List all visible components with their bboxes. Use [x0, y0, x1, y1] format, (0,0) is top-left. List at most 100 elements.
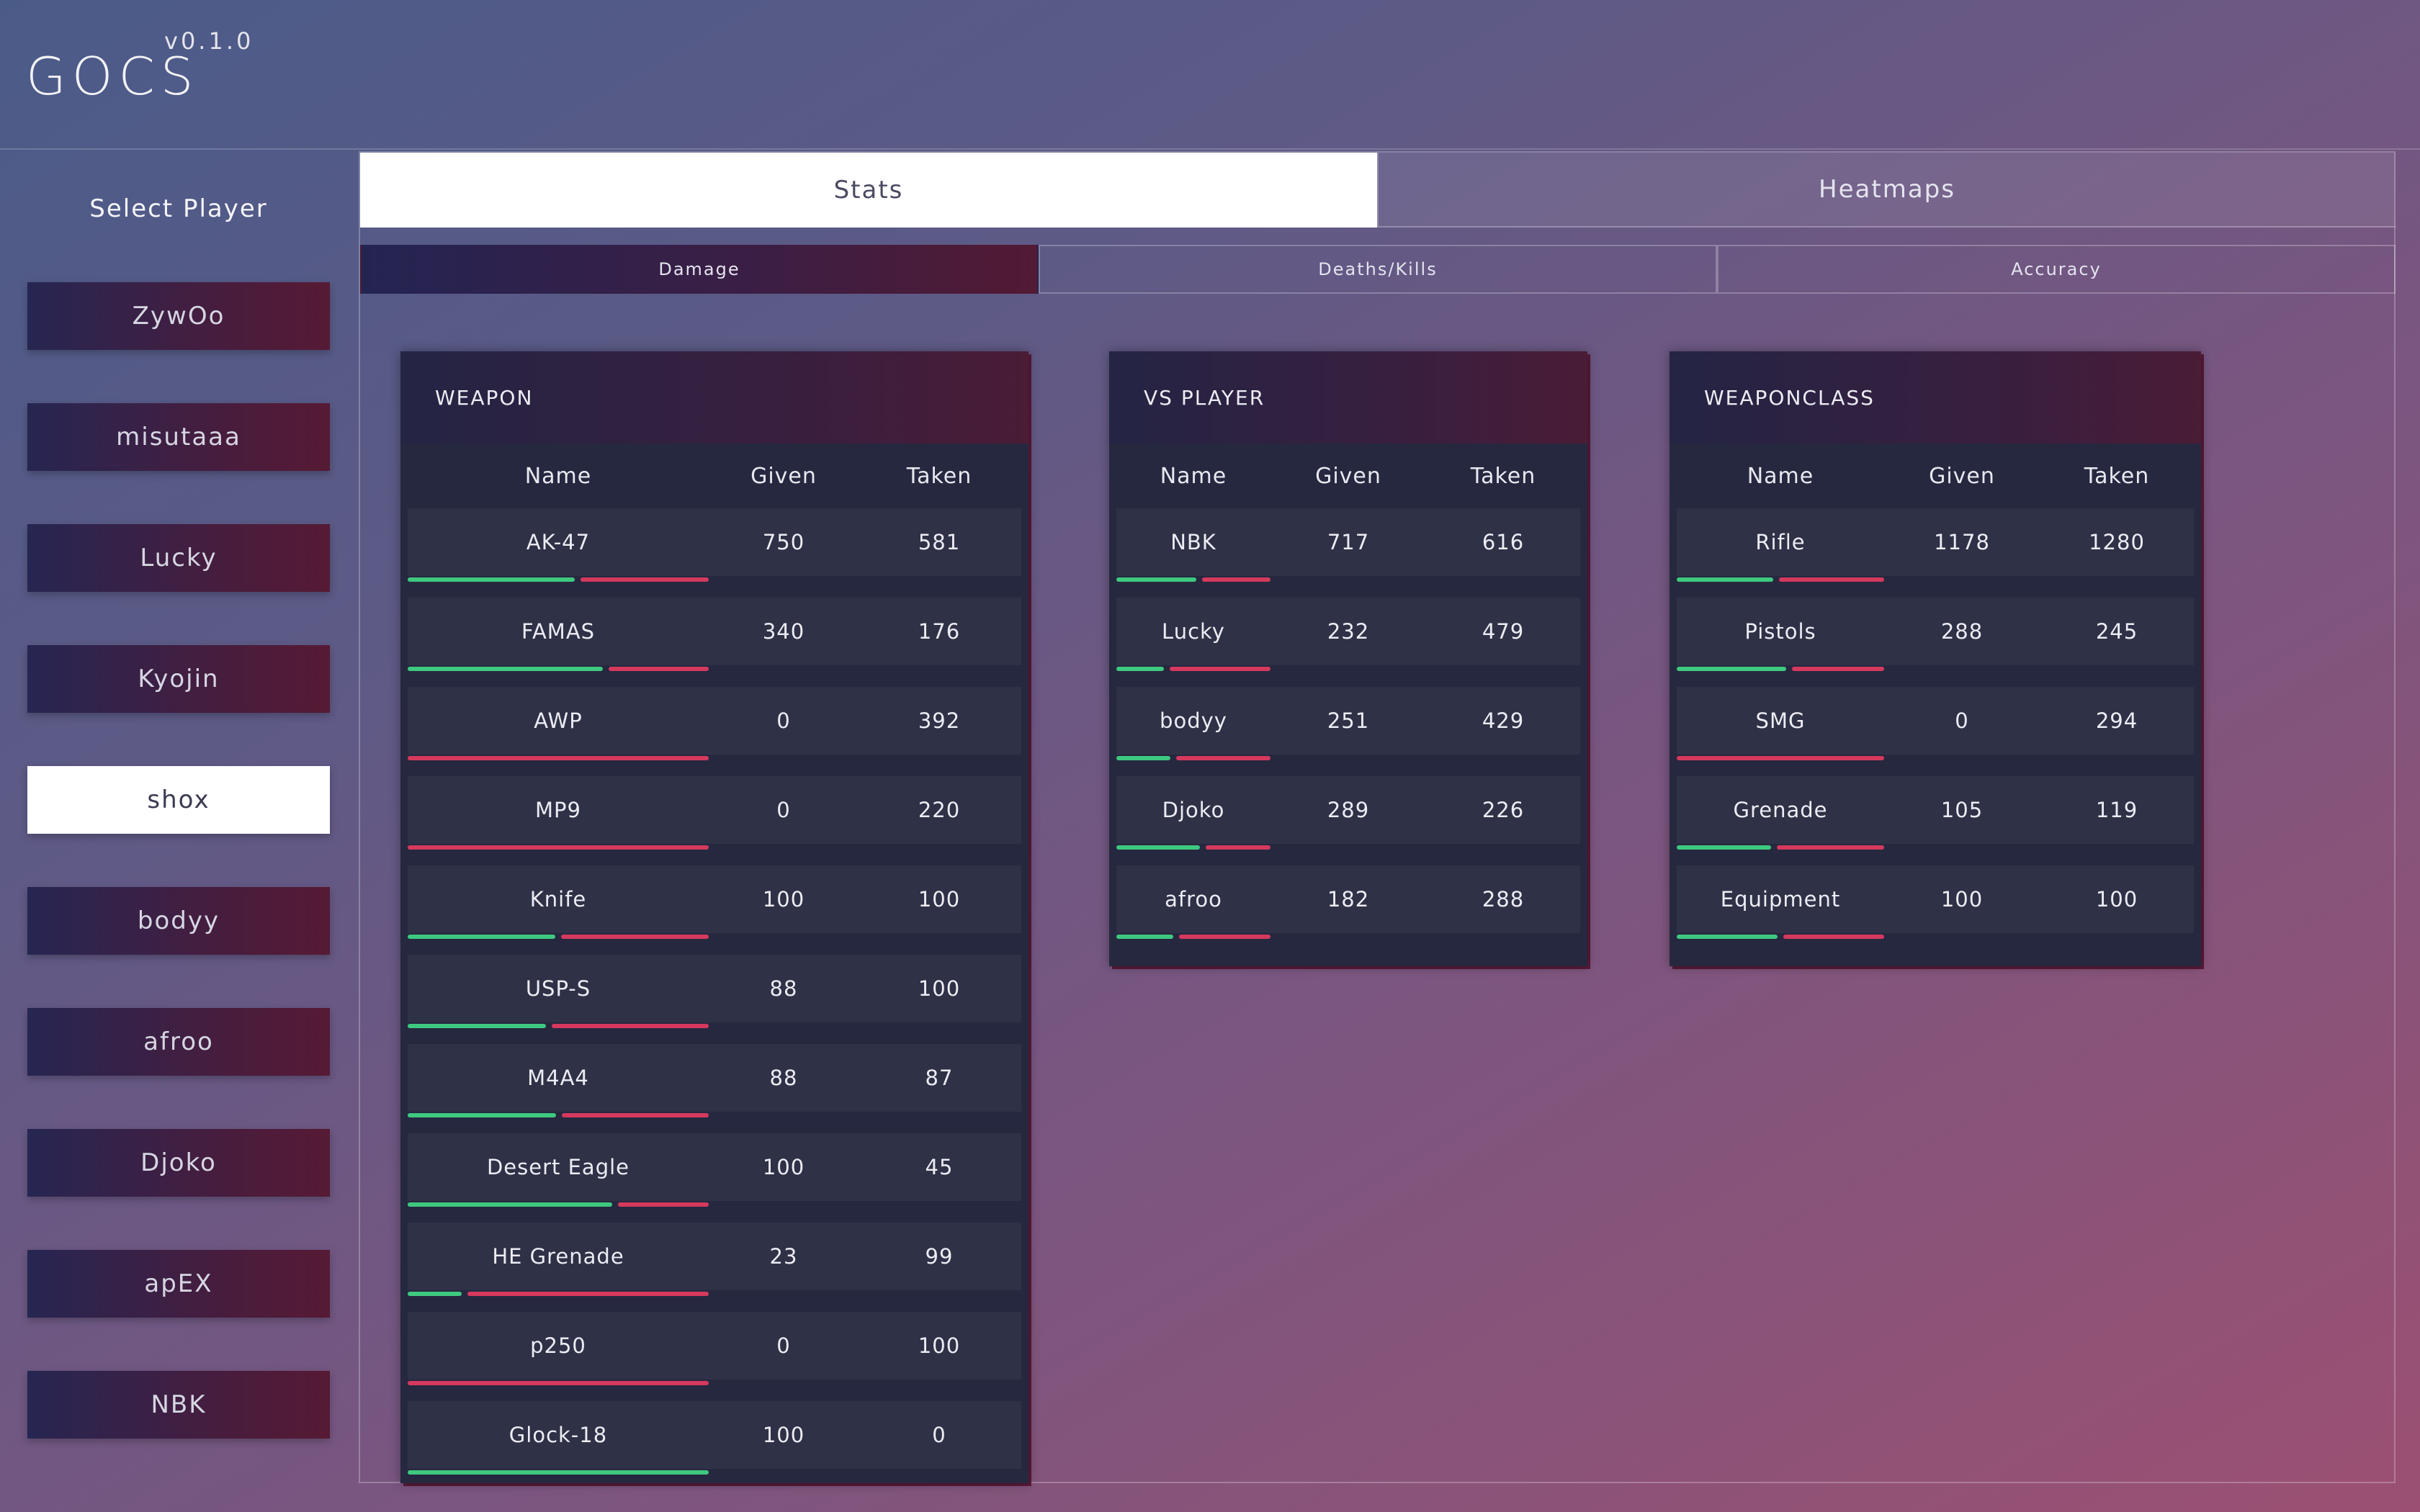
damage-given-bar: [1677, 935, 1778, 939]
vs-player-panel: VS PLAYER Name Given Taken NBK 717 616 Lucky 232…: [1109, 351, 1587, 966]
damage-ratio-bar: [408, 577, 709, 582]
damage-given-bar: [408, 1202, 613, 1207]
subtab-accuracy[interactable]: Accuracy: [1717, 245, 2396, 294]
row-cells: HE Grenade 23 99: [408, 1223, 1021, 1290]
player-button-bodyy[interactable]: bodyy: [27, 887, 330, 955]
table-row[interactable]: SMG 0 294: [1670, 687, 2201, 776]
table-row[interactable]: Grenade 105 119: [1670, 776, 2201, 865]
player-button-afroo[interactable]: afroo: [27, 1008, 330, 1076]
damage-taken-bar: [1677, 756, 1884, 760]
select-player-title: Select Player: [89, 194, 268, 223]
player-button-djoko[interactable]: Djoko: [27, 1129, 330, 1197]
damage-taken-bar: [1202, 577, 1270, 582]
cell-name: Grenade: [1733, 798, 1828, 822]
table-row[interactable]: Lucky 232 479: [1109, 598, 1587, 687]
table-row[interactable]: Djoko 289 226: [1109, 776, 1587, 865]
subtab-damage[interactable]: Damage: [360, 245, 1039, 294]
cell-given: 0: [776, 798, 791, 822]
table-row[interactable]: HE Grenade 23 99: [400, 1223, 1028, 1312]
player-sidebar: Select Player ZywOo misutaaa Lucky Kyoji…: [0, 151, 360, 1512]
table-row[interactable]: AWP 0 392: [400, 687, 1028, 776]
damage-ratio-bar: [1677, 577, 1884, 582]
damage-taken-bar: [551, 1024, 709, 1028]
cell-taken: 429: [1482, 708, 1525, 733]
table-row[interactable]: afroo 182 288: [1109, 865, 1587, 955]
player-button-misutaaa[interactable]: misutaaa: [27, 403, 330, 471]
damage-ratio-bar: [408, 935, 709, 939]
player-button-apex[interactable]: apEX: [27, 1250, 330, 1318]
player-label: Djoko: [140, 1148, 217, 1177]
player-button-lucky[interactable]: Lucky: [27, 524, 330, 592]
weapon-panel: WEAPON Name Given Taken AK-47 750 581 FAMAS 340 1…: [400, 351, 1028, 1483]
player-label: afroo: [143, 1027, 214, 1056]
player-label: misutaaa: [116, 423, 241, 451]
cell-taken: 99: [925, 1244, 954, 1269]
cell-taken: 176: [918, 619, 961, 644]
table-row[interactable]: FAMAS 340 176: [400, 598, 1028, 687]
cell-taken: 479: [1482, 619, 1525, 644]
table-row[interactable]: Knife 100 100: [400, 865, 1028, 955]
cell-given: 182: [1327, 887, 1370, 912]
table-row[interactable]: Equipment 100 100: [1670, 865, 2201, 955]
cell-given: 100: [1940, 887, 1984, 912]
player-button-kyojin[interactable]: Kyojin: [27, 645, 330, 713]
table-row[interactable]: AK-47 750 581: [400, 508, 1028, 598]
cell-name: p250: [530, 1333, 586, 1358]
column-header-row: Name Given Taken: [1109, 444, 1587, 508]
cell-taken: 288: [1482, 887, 1525, 912]
damage-ratio-bar: [1677, 845, 1884, 850]
row-cells: AWP 0 392: [408, 687, 1021, 755]
damage-taken-bar: [1206, 845, 1270, 850]
table-row[interactable]: bodyy 251 429: [1109, 687, 1587, 776]
row-cells: M4A4 88 87: [408, 1044, 1021, 1112]
tab-heatmaps[interactable]: Heatmaps: [1377, 153, 2396, 228]
damage-ratio-bar: [408, 845, 709, 850]
table-row[interactable]: p250 0 100: [400, 1312, 1028, 1401]
cell-taken: 294: [2095, 708, 2138, 733]
player-label: ZywOo: [132, 302, 225, 330]
weaponclass-panel: WEAPONCLASS Name Given Taken Rifle 1178 1280 Pi…: [1670, 351, 2201, 966]
player-button-shox[interactable]: shox: [27, 766, 330, 834]
cell-name: AK-47: [526, 530, 591, 554]
table-row[interactable]: MP9 0 220: [400, 776, 1028, 865]
cell-given: 88: [769, 1066, 798, 1090]
tab-stats[interactable]: Stats: [360, 153, 1377, 228]
cell-name: AWP: [534, 708, 583, 733]
damage-ratio-bar: [1677, 935, 1884, 939]
cell-given: 0: [1955, 708, 1969, 733]
player-label: Lucky: [140, 544, 218, 572]
row-cells: Glock-18 100 0: [408, 1401, 1021, 1469]
damage-ratio-bar: [1116, 845, 1270, 850]
damage-taken-bar: [408, 1381, 709, 1385]
table-row[interactable]: Desert Eagle 100 45: [400, 1133, 1028, 1223]
cell-given: 1178: [1934, 530, 1990, 554]
damage-ratio-bar: [408, 1113, 709, 1117]
table-row[interactable]: Glock-18 100 0: [400, 1401, 1028, 1483]
row-cells: SMG 0 294: [1677, 687, 2194, 755]
cell-name: HE Grenade: [492, 1244, 624, 1269]
row-cells: NBK 717 616: [1116, 508, 1580, 576]
vs-player-panel-title: VS PLAYER: [1109, 351, 1587, 444]
player-button-nbk[interactable]: NBK: [27, 1371, 330, 1439]
row-cells: Lucky 232 479: [1116, 598, 1580, 665]
subtab-deaths-kills[interactable]: Deaths/Kills: [1039, 245, 1717, 294]
damage-taken-bar: [618, 1202, 709, 1207]
row-cells: MP9 0 220: [408, 776, 1021, 844]
cell-name: Equipment: [1720, 887, 1841, 912]
cell-given: 717: [1327, 530, 1370, 554]
damage-ratio-bar: [1677, 667, 1884, 671]
table-row[interactable]: NBK 717 616: [1109, 508, 1587, 598]
damage-given-bar: [408, 1292, 462, 1296]
cell-taken: 100: [918, 976, 961, 1001]
damage-ratio-bar: [408, 1202, 709, 1207]
row-cells: FAMAS 340 176: [408, 598, 1021, 665]
table-row[interactable]: Rifle 1178 1280: [1670, 508, 2201, 598]
table-row[interactable]: Pistols 288 245: [1670, 598, 2201, 687]
cell-given: 232: [1327, 619, 1370, 644]
table-row[interactable]: USP-S 88 100: [400, 955, 1028, 1044]
damage-ratio-bar: [1677, 756, 1884, 760]
app-title: GOCS: [26, 46, 200, 107]
cell-name: MP9: [535, 798, 581, 822]
table-row[interactable]: M4A4 88 87: [400, 1044, 1028, 1133]
player-button-zywoo[interactable]: ZywOo: [27, 282, 330, 350]
